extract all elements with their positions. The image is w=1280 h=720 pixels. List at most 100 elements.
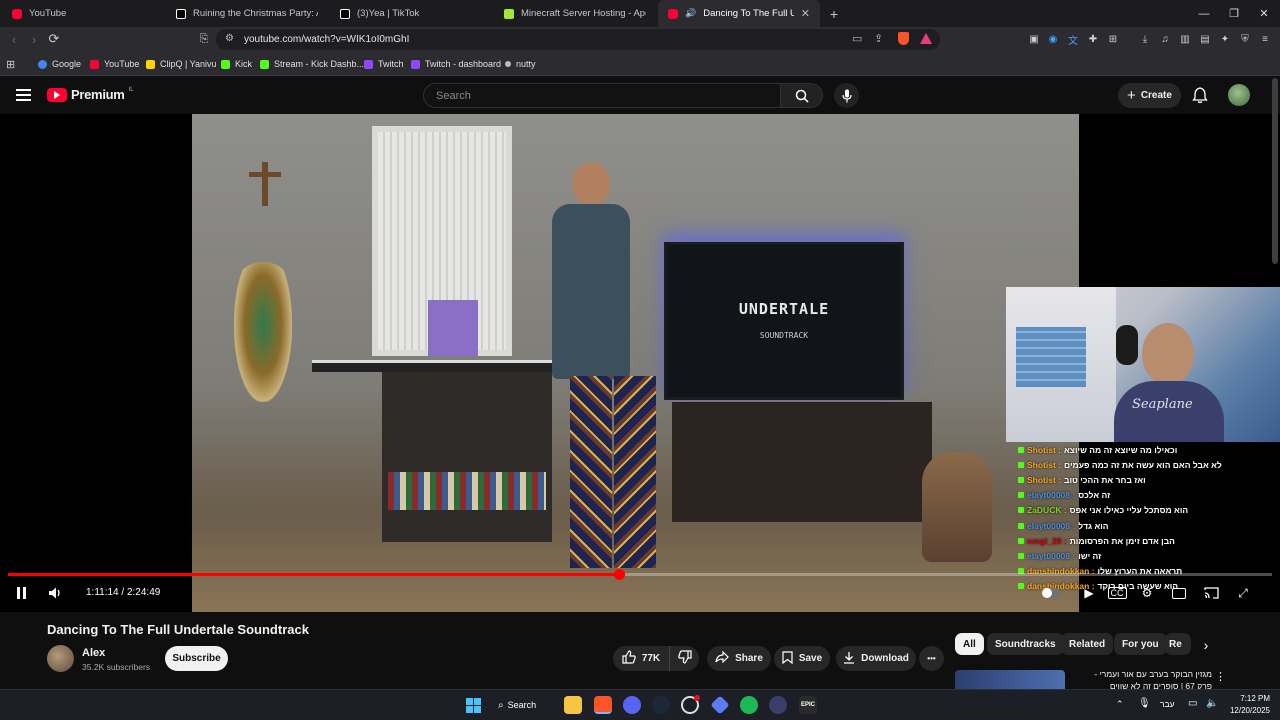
bookmark-item[interactable]: YouTube bbox=[90, 57, 139, 71]
channel-name[interactable]: Alex bbox=[82, 647, 105, 659]
brave-icon[interactable] bbox=[594, 696, 612, 714]
browser-tab-active[interactable]: 🔊 Dancing To The Full Undertale ✕ bbox=[658, 0, 820, 27]
chat-username: Shotist : bbox=[1027, 444, 1061, 455]
kick-badge-icon bbox=[1018, 537, 1024, 544]
chevron-up-icon[interactable]: ⌃ bbox=[1116, 699, 1124, 710]
wallet-icon[interactable]: ▤ bbox=[1198, 32, 1212, 46]
chip-partial[interactable]: Re bbox=[1165, 633, 1191, 655]
input-language[interactable]: עבר bbox=[1160, 699, 1175, 709]
browser-tab[interactable]: YouTube bbox=[2, 0, 164, 27]
leo-icon[interactable]: ✦ bbox=[1218, 32, 1232, 46]
tab-label: Ruining the Christmas Party: A Stream bbox=[193, 8, 318, 19]
share-page-icon[interactable]: ⇪ bbox=[874, 32, 883, 45]
site-info-icon[interactable]: ⚙ bbox=[225, 33, 234, 44]
browser-tab[interactable]: Minecraft Server Hosting - Apex Hosti bbox=[494, 0, 656, 27]
bookmark-item[interactable]: Kick bbox=[221, 57, 252, 71]
epic-games-icon[interactable]: EPIC bbox=[799, 696, 817, 714]
channel-avatar[interactable] bbox=[47, 645, 74, 672]
autoplay-play-icon[interactable]: ▶ bbox=[1080, 584, 1098, 602]
page-scrollbar[interactable] bbox=[1272, 78, 1278, 264]
steam-icon[interactable] bbox=[652, 696, 670, 714]
bookmark-item[interactable]: Twitch - dashboard bbox=[411, 57, 501, 71]
back-icon[interactable]: ‹ bbox=[6, 31, 22, 47]
screen-cast-icon[interactable]: ▭ bbox=[852, 32, 862, 45]
vpn-icon[interactable]: ⛨ bbox=[1238, 32, 1252, 46]
search-button[interactable] bbox=[781, 83, 823, 108]
file-explorer-icon[interactable] bbox=[564, 696, 582, 714]
like-button[interactable]: 77K bbox=[613, 646, 669, 671]
menu-icon[interactable]: ≡ bbox=[1258, 32, 1272, 46]
bookmark-item[interactable]: Stream - Kick Dashb... bbox=[260, 57, 364, 71]
browser-tab[interactable]: (3)Yea | TikTok bbox=[330, 0, 492, 27]
puzzle-icon[interactable]: ✚ bbox=[1086, 32, 1100, 46]
taskbar-clock[interactable]: 7:12 PM 12/20/2025 bbox=[1224, 693, 1270, 717]
forward-icon[interactable]: › bbox=[26, 31, 42, 47]
miniplayer-icon[interactable] bbox=[1170, 584, 1188, 602]
notifications-bell-icon[interactable] bbox=[1192, 87, 1208, 104]
subscribe-button[interactable]: Subscribe bbox=[165, 646, 228, 671]
more-actions-button[interactable]: ••• bbox=[919, 646, 944, 671]
time-display: 1:11:14 / 2:24:49 bbox=[86, 587, 161, 598]
extension-icon[interactable]: ▣ bbox=[1027, 32, 1041, 46]
browser-tab[interactable]: Ruining the Christmas Party: A Stream bbox=[166, 0, 328, 27]
autoplay-toggle-icon[interactable] bbox=[1042, 584, 1060, 602]
chat-message: Shotist : ואז בחר את ההכי טוב bbox=[1018, 472, 1280, 487]
address-bar[interactable]: ⚙ youtube.com/watch?v=WIK1oI0mGhI ▭ ⇪ bbox=[216, 29, 940, 50]
sidebar-icon[interactable]: ▥ bbox=[1178, 32, 1192, 46]
discord-icon[interactable] bbox=[623, 696, 641, 714]
cast-icon[interactable] bbox=[1202, 584, 1220, 602]
translate-icon[interactable]: 文 bbox=[1066, 32, 1080, 47]
chip-all[interactable]: All bbox=[955, 633, 984, 655]
account-avatar[interactable] bbox=[1228, 84, 1250, 106]
save-button[interactable]: Save bbox=[774, 646, 830, 671]
monitor-icon[interactable]: ▭ bbox=[1188, 698, 1197, 709]
windows-start-icon[interactable] bbox=[464, 696, 482, 714]
chip-related[interactable]: Related bbox=[1061, 633, 1114, 655]
speaker-icon[interactable]: 🔈 bbox=[1206, 698, 1218, 709]
settings-gear-icon[interactable]: ⚙ bbox=[1138, 584, 1156, 602]
chevron-right-icon[interactable]: › bbox=[1198, 637, 1214, 653]
voice-search-button[interactable] bbox=[834, 83, 859, 108]
chip-for-you[interactable]: For you bbox=[1114, 633, 1167, 655]
bookmark-item[interactable]: Twitch bbox=[364, 57, 404, 71]
youtube-premium-logo[interactable]: Premium IL bbox=[47, 87, 134, 102]
search-input[interactable]: Search bbox=[423, 83, 781, 108]
create-button[interactable]: + Create bbox=[1118, 83, 1181, 108]
minimize-icon[interactable]: — bbox=[1188, 0, 1220, 27]
extension-icon[interactable]: ⊞ bbox=[1106, 32, 1120, 46]
close-tab-icon[interactable]: ✕ bbox=[801, 7, 810, 20]
progress-bar[interactable] bbox=[8, 569, 1272, 580]
media-icon[interactable]: ♫ bbox=[1158, 32, 1172, 46]
extension-icon[interactable]: ◉ bbox=[1046, 32, 1060, 46]
fullscreen-icon[interactable]: ⤢ bbox=[1234, 584, 1252, 602]
download-icon[interactable]: ⤓ bbox=[1138, 32, 1152, 46]
reload-icon[interactable]: ⟳ bbox=[46, 31, 62, 47]
chip-soundtracks[interactable]: Soundtracks bbox=[987, 633, 1064, 655]
app-icon[interactable] bbox=[769, 696, 787, 714]
brave-shield-icon[interactable] bbox=[898, 32, 909, 45]
github-desktop-icon[interactable] bbox=[681, 695, 700, 714]
subtitles-icon[interactable]: CC bbox=[1107, 584, 1127, 602]
recommended-video[interactable]: מגזין הבוקר בערב עם אור ועמרי - פרק 67 |… bbox=[955, 668, 1235, 690]
dislike-button[interactable] bbox=[669, 646, 699, 671]
bookmark-item[interactable]: ClipQ | Yanivu bbox=[146, 57, 217, 71]
more-vertical-icon[interactable]: ⋮ bbox=[1215, 670, 1226, 683]
close-window-icon[interactable]: ✕ bbox=[1248, 0, 1280, 27]
app-icon[interactable] bbox=[710, 695, 730, 715]
microphone-icon[interactable]: 🎙 bbox=[1138, 698, 1151, 709]
apps-icon[interactable]: ⊞ bbox=[6, 57, 15, 71]
new-tab-button[interactable]: + bbox=[824, 0, 844, 27]
bookmark-item[interactable]: nutty bbox=[505, 57, 536, 71]
share-button[interactable]: Share bbox=[707, 646, 771, 671]
bookmark-icon[interactable]: ⎘ bbox=[196, 31, 212, 47]
brave-rewards-icon[interactable] bbox=[920, 33, 932, 44]
spotify-icon[interactable] bbox=[740, 696, 758, 714]
volume-icon[interactable] bbox=[46, 584, 64, 602]
video-player[interactable]: UNDERTALE SOUNDTRACK Seaplane Shotist :ו… bbox=[0, 114, 1280, 612]
taskbar-search[interactable]: ⌕ Search bbox=[498, 696, 548, 714]
restore-icon[interactable]: ❐ bbox=[1218, 0, 1250, 27]
bookmark-item[interactable]: Google bbox=[38, 57, 81, 71]
download-button[interactable]: Download bbox=[836, 646, 916, 671]
hamburger-menu-icon[interactable] bbox=[16, 87, 31, 102]
pause-icon[interactable] bbox=[12, 584, 30, 602]
